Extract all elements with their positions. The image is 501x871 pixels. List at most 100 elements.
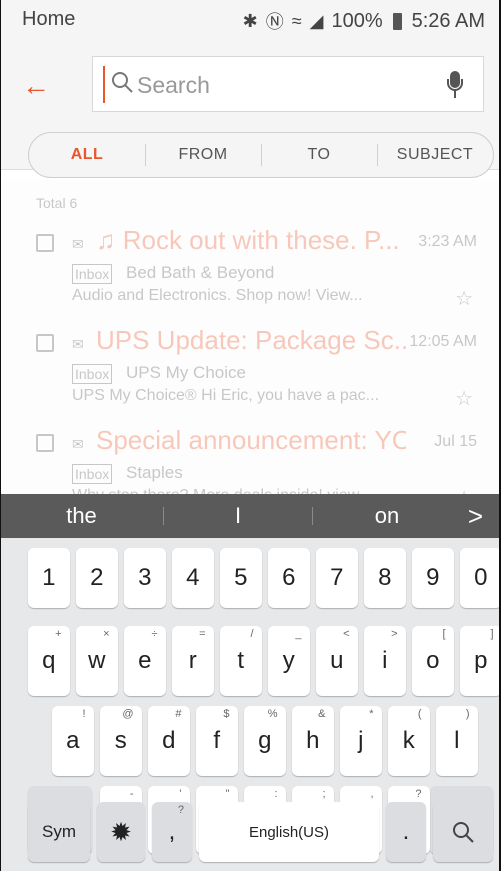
inbox-tag: Inbox [72, 364, 113, 384]
keyboard-suggestion-bar: the I on > [0, 494, 501, 538]
settings-key[interactable]: ✹ [97, 802, 145, 862]
key-l-hint: ) [465, 708, 470, 720]
suggestion-2[interactable]: I [164, 494, 312, 538]
key-5-label: 5 [234, 564, 248, 591]
key-i[interactable]: i > [364, 626, 406, 696]
search-key[interactable] [433, 802, 493, 862]
key-6-label: 6 [282, 564, 296, 591]
key-a[interactable]: a! [52, 706, 94, 776]
mail-time: 3:23 AM [418, 233, 477, 250]
bluetooth-icon: ✱ [242, 10, 258, 31]
key-1[interactable]: 1 [28, 548, 70, 608]
period-key[interactable]: . [386, 802, 426, 862]
key-i-hint: > [391, 628, 398, 640]
key-8-label: 8 [378, 564, 392, 591]
mic-icon[interactable] [447, 71, 463, 99]
space-key-label: English(US) [248, 823, 330, 841]
chevron-right-icon[interactable]: > [468, 494, 483, 538]
key-4[interactable]: 4 [172, 548, 214, 608]
mail-sender: UPS My Choice [126, 363, 246, 382]
select-checkbox[interactable] [36, 434, 54, 452]
key-y[interactable]: y _ [268, 626, 310, 696]
key-5[interactable]: 5 [220, 548, 262, 608]
envelope-icon: ✉ [72, 236, 84, 252]
key-u-label: u [330, 647, 344, 674]
select-checkbox[interactable] [36, 334, 54, 352]
key-k-label: k [402, 727, 415, 754]
key-r[interactable]: r = [172, 626, 214, 696]
envelope-icon: ✉ [72, 336, 84, 352]
key-w-label: w [88, 647, 106, 674]
nfc-icon: Ⓝ [265, 12, 284, 32]
key-e[interactable]: e ÷ [124, 626, 166, 696]
key-1-label: 1 [42, 564, 56, 591]
key-8[interactable]: 8 [364, 548, 406, 608]
key-y-label: y [282, 647, 295, 674]
suggestion-3[interactable]: on [313, 494, 461, 538]
key-s[interactable]: s @ [100, 706, 142, 776]
key-0[interactable]: 0 [460, 548, 501, 608]
key-j[interactable]: j * [340, 706, 382, 776]
select-checkbox[interactable] [36, 234, 54, 252]
key-j-hint: * [369, 708, 374, 720]
key-g[interactable]: g% [244, 706, 286, 776]
search-results: Total 6 ✉ ♫ Rock out with these. P... 3:… [0, 180, 501, 510]
star-icon[interactable]: ☆ [455, 386, 473, 411]
filter-tab-subject[interactable]: SUBJECT [377, 144, 493, 166]
key-f-hint: $ [223, 708, 230, 720]
key-h[interactable]: h & [292, 706, 334, 776]
mail-time: Jul 15 [434, 433, 477, 450]
comma-key-hint: ? [177, 804, 184, 816]
key-j-label: j [358, 727, 364, 754]
back-button[interactable]: ← [22, 70, 54, 102]
key-d[interactable]: d # [148, 706, 190, 776]
battery-percent: 100% [331, 9, 383, 32]
key-t-hint: / [250, 628, 254, 640]
inbox-tag: Inbox [72, 464, 113, 484]
key-k[interactable]: k( [388, 706, 430, 776]
key-o-hint: [ [442, 628, 446, 640]
key-a-hint: ! [82, 708, 86, 720]
key-v-hint: : [274, 788, 278, 800]
period-key-label: . [402, 818, 410, 845]
battery-icon [392, 12, 402, 30]
key-f-label: f [213, 727, 221, 754]
filter-tab-from[interactable]: FROM [145, 144, 261, 166]
filter-tab-to[interactable]: TO [261, 144, 377, 166]
key-3[interactable]: 3 [124, 548, 166, 608]
mail-sender: Staples [126, 463, 183, 482]
key-p[interactable]: p] [460, 626, 501, 696]
key-t[interactable]: t / [220, 626, 262, 696]
key-4-label: 4 [186, 564, 200, 591]
sym-key-bottom-label: Sym [42, 822, 76, 841]
key-e-hint: ÷ [151, 628, 158, 640]
key-9[interactable]: 9 [412, 548, 454, 608]
comma-key[interactable]: , ? [152, 802, 192, 862]
star-icon[interactable]: ☆ [455, 286, 473, 311]
key-g-label: g [258, 727, 272, 754]
key-u-hint: < [343, 628, 350, 640]
sym-key-bottom[interactable]: Sym [28, 802, 90, 862]
search-input[interactable] [137, 66, 437, 104]
key-k-hint: ( [417, 708, 422, 720]
key-w[interactable]: w × [76, 626, 118, 696]
list-item[interactable]: ✉ UPS Update: Package Sc... 12:05 AM Inb… [0, 320, 501, 420]
key-h-hint: & [318, 708, 326, 720]
key-6[interactable]: 6 [268, 548, 310, 608]
key-7[interactable]: 7 [316, 548, 358, 608]
space-key[interactable]: English(US) [199, 802, 379, 862]
key-u[interactable]: u < [316, 626, 358, 696]
key-2[interactable]: 2 [76, 548, 118, 608]
search-box[interactable] [92, 56, 484, 112]
key-q-hint: + [55, 628, 62, 640]
filter-tab-all[interactable]: ALL [29, 146, 145, 164]
key-l[interactable]: l) [436, 706, 478, 776]
key-q[interactable]: q + [28, 626, 70, 696]
list-item[interactable]: ✉ ♫ Rock out with these. P... 3:23 AM In… [0, 220, 501, 320]
key-t-label: t [237, 647, 245, 674]
search-icon [112, 72, 133, 93]
key-o[interactable]: o[ [412, 626, 454, 696]
search-filter-tabs: ALL FROM TO SUBJECT [28, 132, 494, 178]
suggestion-1[interactable]: the [0, 494, 163, 538]
key-f[interactable]: f $ [196, 706, 238, 776]
